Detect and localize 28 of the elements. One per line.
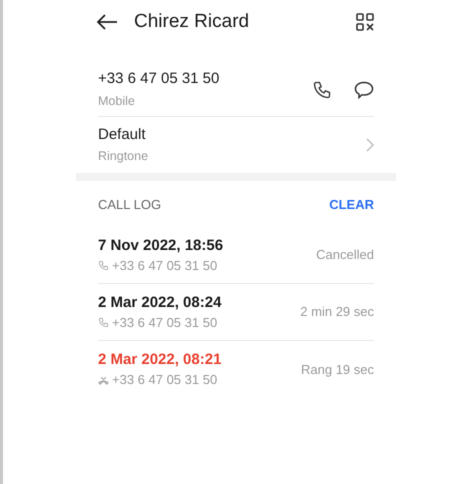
- call-number: +33 6 47 05 31 50: [112, 314, 218, 332]
- number-type: Mobile: [98, 93, 136, 110]
- call-detail: Rang 19 sec: [301, 360, 374, 379]
- clear-button[interactable]: CLEAR: [329, 194, 374, 214]
- call-log-entry[interactable]: 7 Nov 2022, 18:56 +33 6 47 05 31 50 Cancelled: [98, 227, 374, 284]
- call-log-entry[interactable]: 2 Mar 2022, 08:24 +33 6 47 05 31 50 2 min 29 sec: [98, 284, 374, 341]
- call-date: 2 Mar 2022, 08:21: [98, 350, 222, 370]
- chevron-right-icon: [366, 138, 374, 152]
- ringtone-value: Default: [98, 124, 147, 144]
- ringtone-row[interactable]: Default Ringtone: [98, 117, 374, 173]
- call-log-entry[interactable]: 2 Mar 2022, 08:21 +33 6 47 05 31 50 Rang 19 sec: [98, 341, 374, 398]
- call-detail: Cancelled: [316, 246, 374, 264]
- call-number: +33 6 47 05 31 50: [112, 371, 218, 389]
- call-number: +33 6 47 05 31 50: [112, 256, 218, 274]
- ringtone-label: Ringtone: [98, 148, 148, 165]
- phone-icon: [98, 317, 109, 328]
- qr-code-icon[interactable]: [356, 13, 374, 31]
- call-date: 7 Nov 2022, 18:56: [98, 236, 224, 256]
- message-icon[interactable]: [354, 81, 374, 99]
- phone-icon: [98, 260, 109, 271]
- contact-name: Chirez Ricard: [134, 10, 250, 34]
- call-date: 2 Mar 2022, 08:24: [98, 292, 222, 312]
- phone-number: +33 6 47 05 31 50: [98, 69, 220, 89]
- missed-call-icon: [98, 374, 109, 386]
- back-arrow-icon[interactable]: [96, 13, 118, 31]
- phone-icon: [312, 80, 332, 100]
- call-detail: 2 min 29 sec: [300, 303, 374, 322]
- section-header: CALL LOG: [98, 196, 162, 214]
